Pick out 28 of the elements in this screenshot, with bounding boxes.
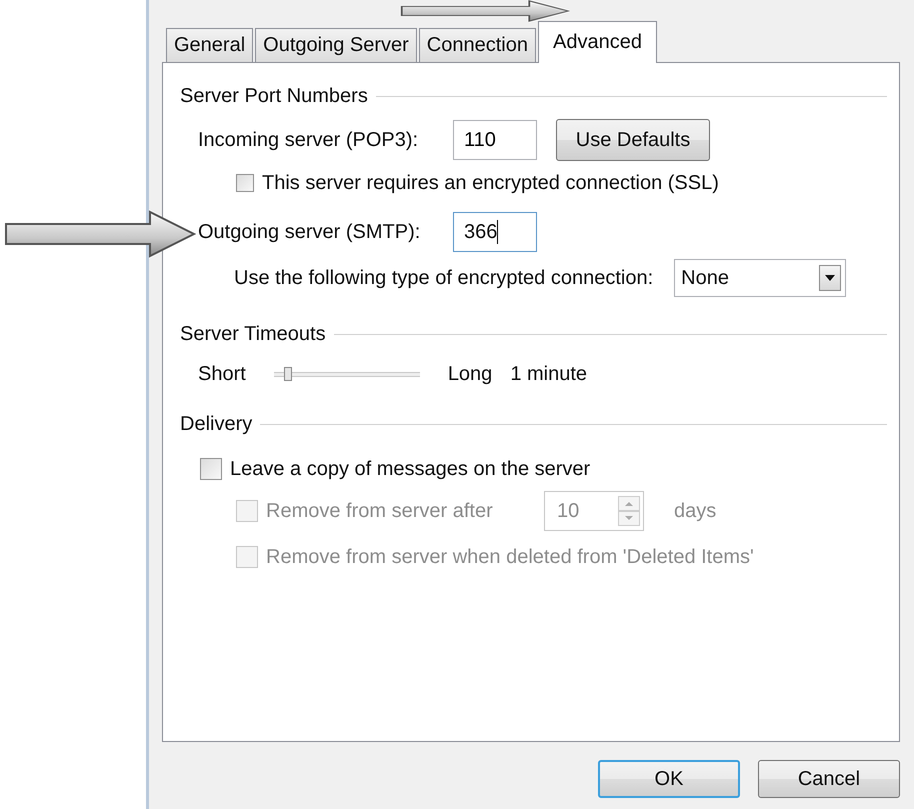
tab[interactable]: General: [166, 28, 254, 62]
slider-thumb[interactable]: [284, 367, 292, 381]
input-field[interactable]: 110: [453, 120, 537, 160]
tab[interactable]: Outgoing Server: [255, 28, 417, 62]
checkbox-label: Remove from server after: [266, 500, 494, 522]
checkbox-label: Leave a copy of messages on the server: [230, 458, 590, 480]
use-defaults-button[interactable]: Use Defaults: [556, 119, 710, 161]
field-label: Incoming server (POP3):: [198, 128, 420, 152]
dialog-button[interactable]: Cancel: [758, 760, 900, 798]
slider-label: Short: [198, 362, 246, 386]
unit-label: days: [674, 500, 716, 522]
checkbox[interactable]: [200, 458, 222, 480]
slider-label: Long: [448, 362, 492, 386]
tab[interactable]: Connection: [418, 28, 536, 62]
input-field[interactable]: 366: [453, 212, 537, 252]
field-label: Outgoing server (SMTP):: [198, 220, 422, 244]
checkbox-label: This server requires an encrypted connection (SSL): [262, 172, 719, 194]
section-heading: Server Timeouts: [180, 322, 326, 346]
field-label: Use the following type of encrypted connection:: [234, 266, 654, 290]
checkbox[interactable]: [236, 174, 254, 192]
checkbox-label: Remove from server when deleted from 'Deleted Items': [266, 546, 754, 568]
dropdown[interactable]: None: [674, 259, 846, 297]
spin-arrows-icon[interactable]: [618, 496, 640, 526]
tab[interactable]: Advanced: [538, 21, 657, 63]
section-heading: Server Port Numbers: [180, 84, 368, 108]
dialog-button[interactable]: OK: [598, 760, 740, 798]
slider-value: 1 minute: [510, 362, 588, 386]
section-heading: Delivery: [180, 412, 252, 436]
